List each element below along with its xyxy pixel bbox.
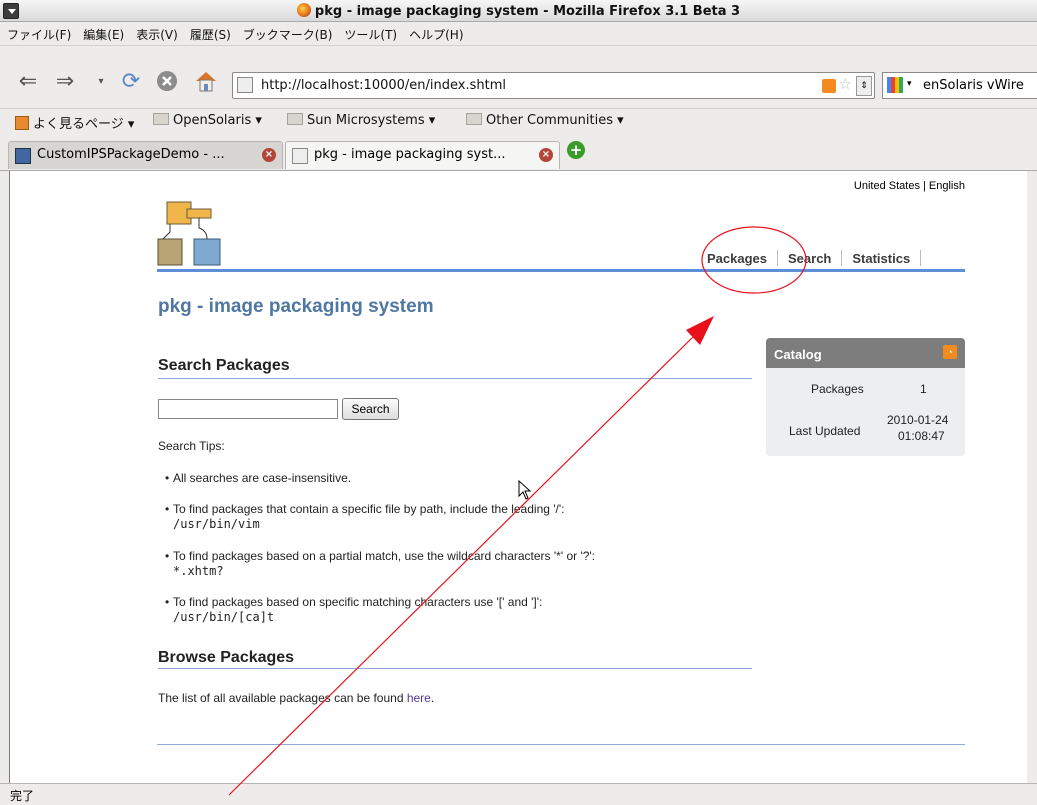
menu-tools[interactable]: ツール(T) xyxy=(337,22,402,43)
bookmark-most-visited[interactable]: よく見るページ ▾ xyxy=(15,113,134,132)
mouse-cursor-icon xyxy=(518,480,532,500)
search-engine-dropdown-icon[interactable]: ▾ xyxy=(907,79,912,89)
back-icon[interactable]: ⇐ xyxy=(15,69,41,95)
nav-statistics[interactable]: Statistics xyxy=(852,251,910,266)
bookmarks-toolbar: よく見るページ ▾ OpenSolaris ▾ Sun Microsystems… xyxy=(0,108,1037,133)
page-title: pkg - image packaging system xyxy=(158,296,434,317)
search-button[interactable]: Search xyxy=(342,398,399,420)
code-example: /usr/bin/vim xyxy=(173,517,260,531)
window-titlebar: pkg - image packaging system - Mozilla F… xyxy=(0,0,1037,22)
url-dropdown-icon[interactable]: ⇕ xyxy=(856,76,872,96)
sun-icon xyxy=(15,148,31,164)
menu-file[interactable]: ファイル(F) xyxy=(0,22,76,43)
menu-bar: ファイル(F) 編集(E) 表示(V) 履歴(S) ブックマーク(B) ツール(… xyxy=(0,22,1037,46)
browse-heading-divider xyxy=(158,668,752,669)
tab-bar: CustomIPSPackageDemo - ... × pkg - image… xyxy=(0,133,1037,171)
code-example: *.xhtm? xyxy=(173,564,224,578)
bookmark-star-icon[interactable]: ☆ xyxy=(839,75,852,93)
tab-custom-ips-demo[interactable]: CustomIPSPackageDemo - ... × xyxy=(8,141,283,169)
close-tab-icon[interactable]: × xyxy=(539,148,553,162)
search-packages-heading: Search Packages xyxy=(158,357,290,374)
navigation-toolbar: ⇐ ⇒ ▾ ⟳ http://localhost:10000/en/index.… xyxy=(0,46,1037,108)
status-text: 完了 xyxy=(10,789,35,803)
browse-text: The list of all available packages can b… xyxy=(158,691,435,705)
catalog-packages-value: 1 xyxy=(920,382,927,396)
top-navigation: Packages Search Statistics xyxy=(707,250,931,266)
browse-packages-heading: Browse Packages xyxy=(158,649,295,666)
google-icon[interactable] xyxy=(887,77,903,93)
rss-icon[interactable] xyxy=(822,79,836,93)
close-tab-icon[interactable]: × xyxy=(262,148,276,162)
window-title: pkg - image packaging system - Mozilla F… xyxy=(0,3,1037,19)
footer-divider xyxy=(157,744,965,745)
rss-feed-icon[interactable]: ◔ xyxy=(943,345,957,359)
browse-here-link[interactable]: here xyxy=(407,691,431,705)
window-right-border xyxy=(1027,171,1037,783)
nav-divider xyxy=(841,250,843,266)
nav-packages[interactable]: Packages xyxy=(707,251,767,266)
reload-icon[interactable]: ⟳ xyxy=(118,69,144,95)
tab-pkg-image-packaging[interactable]: pkg - image packaging syst... × xyxy=(285,141,560,169)
nav-divider xyxy=(920,250,922,266)
bookmark-opensolaris[interactable]: OpenSolaris ▾ xyxy=(153,113,262,128)
pkg-logo xyxy=(157,201,221,266)
catalog-packages-label: Packages xyxy=(811,382,864,396)
bookmark-sun-microsystems[interactable]: Sun Microsystems ▾ xyxy=(287,113,435,128)
web-search-box[interactable]: ▾ enSolaris vWire xyxy=(882,72,1037,99)
status-bar: 完了 xyxy=(0,783,1037,805)
menu-edit[interactable]: 編集(E) xyxy=(76,22,129,43)
header-divider xyxy=(157,269,965,272)
folder-icon xyxy=(466,113,482,125)
page-content: United States | English Packages Search St… xyxy=(10,171,1027,783)
folder-icon xyxy=(153,113,169,125)
search-heading-divider xyxy=(158,378,752,379)
most-visited-icon xyxy=(15,116,29,130)
pkg-icon xyxy=(292,148,308,164)
home-icon[interactable] xyxy=(193,69,219,95)
catalog-updated-date: 2010-01-24 xyxy=(887,413,949,427)
catalog-updated-time: 01:08:47 xyxy=(898,429,945,443)
new-tab-icon[interactable]: + xyxy=(567,141,585,159)
menu-help[interactable]: ヘルプ(H) xyxy=(402,22,468,43)
list-item: • To find packages based on a partial mat… xyxy=(165,549,596,578)
stop-icon[interactable] xyxy=(154,69,180,95)
code-example: /usr/bin/[ca]t xyxy=(173,610,275,624)
catalog-updated-label: Last Updated xyxy=(789,424,861,438)
search-text[interactable]: enSolaris vWire xyxy=(923,78,1024,93)
list-item: • All searches are case-insensitive. xyxy=(165,471,352,485)
catalog-header: Catalog ◔ xyxy=(766,338,965,368)
url-bar[interactable]: http://localhost:10000/en/index.shtml ☆ … xyxy=(232,72,875,99)
list-item: • To find packages based on specific matc… xyxy=(165,595,543,624)
folder-icon xyxy=(287,113,303,125)
locale-selector[interactable]: United States | English xyxy=(854,180,965,192)
catalog-panel: Catalog ◔ Packages 1 Last Updated 2010-0… xyxy=(766,338,965,456)
window-left-border xyxy=(0,171,10,783)
menu-view[interactable]: 表示(V) xyxy=(129,22,183,43)
search-tips-label: Search Tips: xyxy=(158,439,225,453)
url-text[interactable]: http://localhost:10000/en/index.shtml xyxy=(261,78,506,93)
menu-bookmarks[interactable]: ブックマーク(B) xyxy=(236,22,338,43)
nav-search[interactable]: Search xyxy=(788,251,831,266)
package-search-input[interactable] xyxy=(158,399,338,419)
nav-divider xyxy=(777,250,778,266)
forward-icon[interactable]: ⇒ xyxy=(52,69,78,95)
site-icon xyxy=(237,77,253,93)
history-dropdown-icon[interactable]: ▾ xyxy=(88,69,114,95)
firefox-icon xyxy=(296,3,311,17)
bookmark-other-communities[interactable]: Other Communities ▾ xyxy=(466,113,624,128)
menu-history[interactable]: 履歴(S) xyxy=(183,22,236,43)
list-item: • To find packages that contain a specifi… xyxy=(165,502,565,531)
